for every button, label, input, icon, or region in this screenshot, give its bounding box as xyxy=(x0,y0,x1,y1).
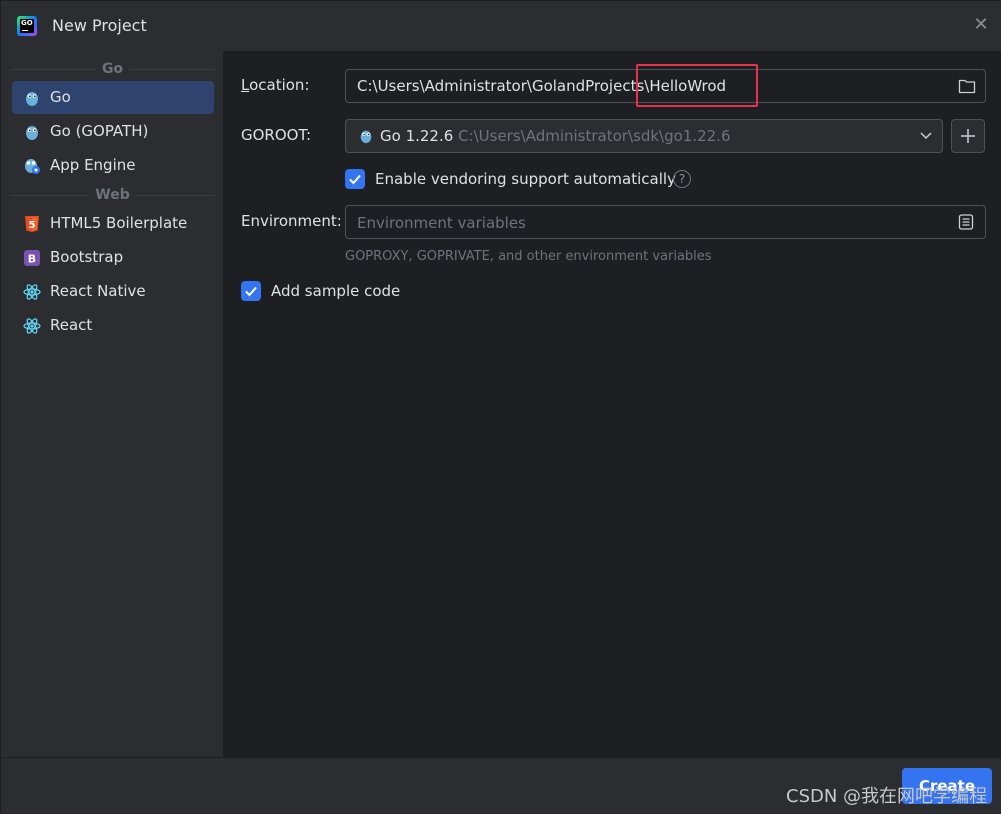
sidebar-item-bootstrap[interactable]: B Bootstrap xyxy=(12,241,214,274)
sidebar-item-go-gopath[interactable]: Go (GOPATH) xyxy=(12,115,214,148)
environment-hint: GOPROXY, GOPRIVATE, and other environmen… xyxy=(345,249,712,264)
svg-text:B: B xyxy=(28,253,36,266)
project-type-sidebar: Go Go Go (GOPATH) App Engine Web 5 HTML5… xyxy=(2,51,223,757)
checkmark-icon xyxy=(349,174,361,185)
settings-panel xyxy=(223,51,1001,757)
react-icon xyxy=(23,284,41,300)
group-header-web: Web xyxy=(2,185,223,205)
plus-icon xyxy=(961,129,975,143)
sidebar-item-html5-boilerplate[interactable]: 5 HTML5 Boilerplate xyxy=(12,207,214,240)
folder-icon[interactable] xyxy=(958,78,976,94)
group-header-go: Go xyxy=(2,59,223,79)
chevron-down-icon xyxy=(920,132,932,140)
sidebar-item-label: React Native xyxy=(50,282,146,300)
new-project-dialog: GO New Project ✕ Go Go Go (GOPATH) App E… xyxy=(0,0,1001,814)
vendoring-checkbox[interactable] xyxy=(345,169,365,189)
sidebar-item-go[interactable]: Go xyxy=(12,81,214,114)
sidebar-item-label: App Engine xyxy=(50,156,136,174)
window-title: New Project xyxy=(52,16,147,35)
gopher-icon xyxy=(26,126,38,140)
environment-placeholder: Environment variables xyxy=(357,214,526,232)
react-icon xyxy=(23,318,41,334)
watermark: CSDN @我在网吧学编程 xyxy=(786,786,988,807)
sidebar-item-react-native[interactable]: React Native xyxy=(12,275,214,308)
document-list-icon[interactable] xyxy=(958,214,974,230)
sidebar-item-app-engine[interactable]: App Engine xyxy=(12,149,214,182)
sdk-path: C:\Users\Administrator\sdk\go1.22.6 xyxy=(458,127,731,145)
goland-logo-icon: GO xyxy=(17,16,37,36)
goroot-select[interactable]: Go 1.22.6 C:\Users\Administrator\sdk\go1… xyxy=(345,119,943,153)
sample-code-checkbox[interactable] xyxy=(241,281,261,301)
sidebar-item-label: Go (GOPATH) xyxy=(50,122,149,140)
sidebar-item-label: HTML5 Boilerplate xyxy=(50,214,188,232)
bootstrap-icon: B xyxy=(24,250,40,266)
sidebar-item-label: Go xyxy=(50,88,71,106)
gopher-icon xyxy=(26,92,38,106)
svg-text:5: 5 xyxy=(29,220,36,231)
environment-input[interactable]: Environment variables xyxy=(345,205,986,239)
checkmark-icon xyxy=(245,286,257,297)
title-bar: GO New Project ✕ xyxy=(1,1,1001,51)
sdk-name: Go 1.22.6 xyxy=(380,127,454,145)
location-base-path: C:\Users\Administrator\GolandProjects\ xyxy=(357,77,650,95)
close-icon[interactable]: ✕ xyxy=(969,13,993,37)
help-icon[interactable]: ? xyxy=(673,170,691,188)
gopher-icon xyxy=(360,130,372,144)
sample-code-label[interactable]: Add sample code xyxy=(271,282,400,300)
html5-icon: 5 xyxy=(25,216,39,232)
goroot-label: GOROOT: xyxy=(241,126,312,144)
annotation-highlight-box xyxy=(636,64,758,107)
gopher-appengine-icon xyxy=(25,159,40,174)
sidebar-item-react[interactable]: React xyxy=(12,309,214,342)
sidebar-item-label: Bootstrap xyxy=(50,248,124,266)
sidebar-item-label: React xyxy=(50,316,93,334)
vendoring-label[interactable]: Enable vendoring support automatically xyxy=(375,170,676,188)
location-label: Location: xyxy=(241,76,310,94)
environment-label: Environment: xyxy=(241,212,342,230)
add-sdk-button[interactable] xyxy=(951,119,985,153)
